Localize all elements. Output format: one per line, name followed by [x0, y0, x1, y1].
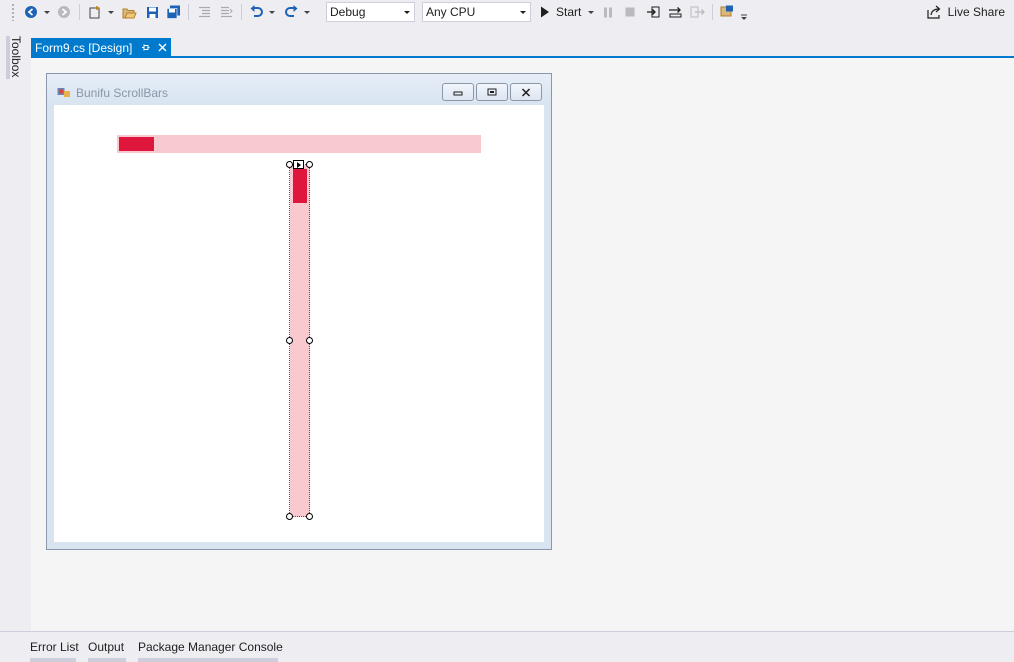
smart-tag-arrow-icon[interactable]: [293, 160, 304, 169]
start-dropdown-icon[interactable]: [587, 3, 595, 21]
tab-error-list[interactable]: Error List: [30, 640, 79, 654]
start-icon: [541, 6, 549, 18]
pin-icon[interactable]: [141, 43, 150, 52]
tab-error-list-indicator: [30, 658, 76, 662]
toolbox-tab-label: Toolbox: [9, 36, 23, 78]
live-share-button[interactable]: Live Share: [927, 3, 1005, 21]
tab-package-manager-console-indicator: [138, 658, 278, 662]
new-project-icon[interactable]: [87, 3, 103, 21]
live-share-icon: [927, 5, 941, 19]
new-project-dropdown-icon[interactable]: [107, 3, 115, 21]
comment-icon[interactable]: [196, 3, 212, 21]
close-button[interactable]: [510, 83, 542, 101]
chevron-down-icon: [404, 11, 410, 14]
document-tab-title: Form9.cs [Design]: [35, 40, 133, 55]
redo-dropdown-icon[interactable]: [303, 3, 311, 21]
forward-icon[interactable]: [56, 3, 72, 21]
solution-platform-value: Any CPU: [426, 5, 476, 19]
live-share-label: Live Share: [947, 5, 1005, 19]
minimize-icon: [453, 91, 463, 96]
toolbar-grip[interactable]: [11, 3, 15, 21]
resize-handle-middle-left[interactable]: [286, 337, 293, 344]
back-dropdown-icon[interactable]: [43, 3, 51, 21]
uncomment-icon[interactable]: [218, 3, 234, 21]
step-out-icon[interactable]: [689, 3, 705, 21]
resize-handle-bottom-left[interactable]: [286, 513, 293, 520]
stop-icon[interactable]: [623, 3, 637, 21]
redo-icon[interactable]: [283, 3, 299, 21]
main-toolbar: Debug Any CPU Start Live Share: [0, 0, 1014, 25]
start-button-label: Start: [556, 5, 582, 19]
toolbox-tab[interactable]: Toolbox: [6, 36, 26, 86]
resize-handle-bottom-right[interactable]: [306, 513, 313, 520]
tab-output[interactable]: Output: [88, 640, 124, 654]
open-file-icon[interactable]: [121, 3, 137, 21]
solution-platform-select[interactable]: Any CPU: [422, 2, 531, 22]
toolbox-strip: Toolbox: [0, 25, 30, 662]
document-tab[interactable]: Form9.cs [Design]: [31, 38, 172, 57]
tab-package-manager-console[interactable]: Package Manager Console: [138, 640, 283, 654]
resize-handle-middle-right[interactable]: [306, 337, 313, 344]
find-icon[interactable]: [719, 3, 737, 21]
toolbar-separator: [188, 4, 189, 20]
step-into-icon[interactable]: [645, 3, 661, 21]
chevron-down-icon: [520, 11, 526, 14]
pause-icon[interactable]: [601, 3, 615, 21]
form-title-bar[interactable]: Bunifu ScrollBars: [47, 74, 551, 105]
maximize-button[interactable]: [476, 83, 508, 101]
form-client-area[interactable]: [54, 105, 544, 542]
bottom-panel-tabs: Error List Output Package Manager Consol…: [0, 631, 1014, 662]
close-icon: [521, 87, 531, 97]
form-app-icon: [57, 86, 71, 101]
undo-icon[interactable]: [248, 3, 264, 21]
minimize-button[interactable]: [442, 83, 474, 101]
horizontal-scrollbar-thumb[interactable]: [119, 137, 154, 151]
solution-configuration-value: Debug: [330, 5, 366, 19]
close-icon[interactable]: [158, 43, 167, 52]
tab-output-indicator: [88, 658, 126, 662]
toolbar-separator: [79, 4, 80, 20]
resize-handle-top-left[interactable]: [286, 161, 293, 168]
maximize-icon: [487, 88, 497, 96]
horizontal-scrollbar[interactable]: [117, 135, 481, 153]
solution-configuration-select[interactable]: Debug: [326, 2, 415, 22]
save-icon[interactable]: [144, 3, 160, 21]
form-title: Bunifu ScrollBars: [76, 86, 169, 100]
undo-dropdown-icon[interactable]: [268, 3, 276, 21]
resize-handle-top-right[interactable]: [306, 161, 313, 168]
toolbar-separator: [712, 4, 713, 20]
toolbar-overflow-icon[interactable]: [740, 8, 748, 26]
form-window[interactable]: Bunifu ScrollBars: [46, 73, 552, 550]
toolbar-separator: [241, 4, 242, 20]
start-button[interactable]: Start: [540, 3, 581, 21]
back-icon[interactable]: [23, 3, 39, 21]
save-all-icon[interactable]: [165, 3, 181, 21]
step-over-icon[interactable]: [667, 3, 683, 21]
